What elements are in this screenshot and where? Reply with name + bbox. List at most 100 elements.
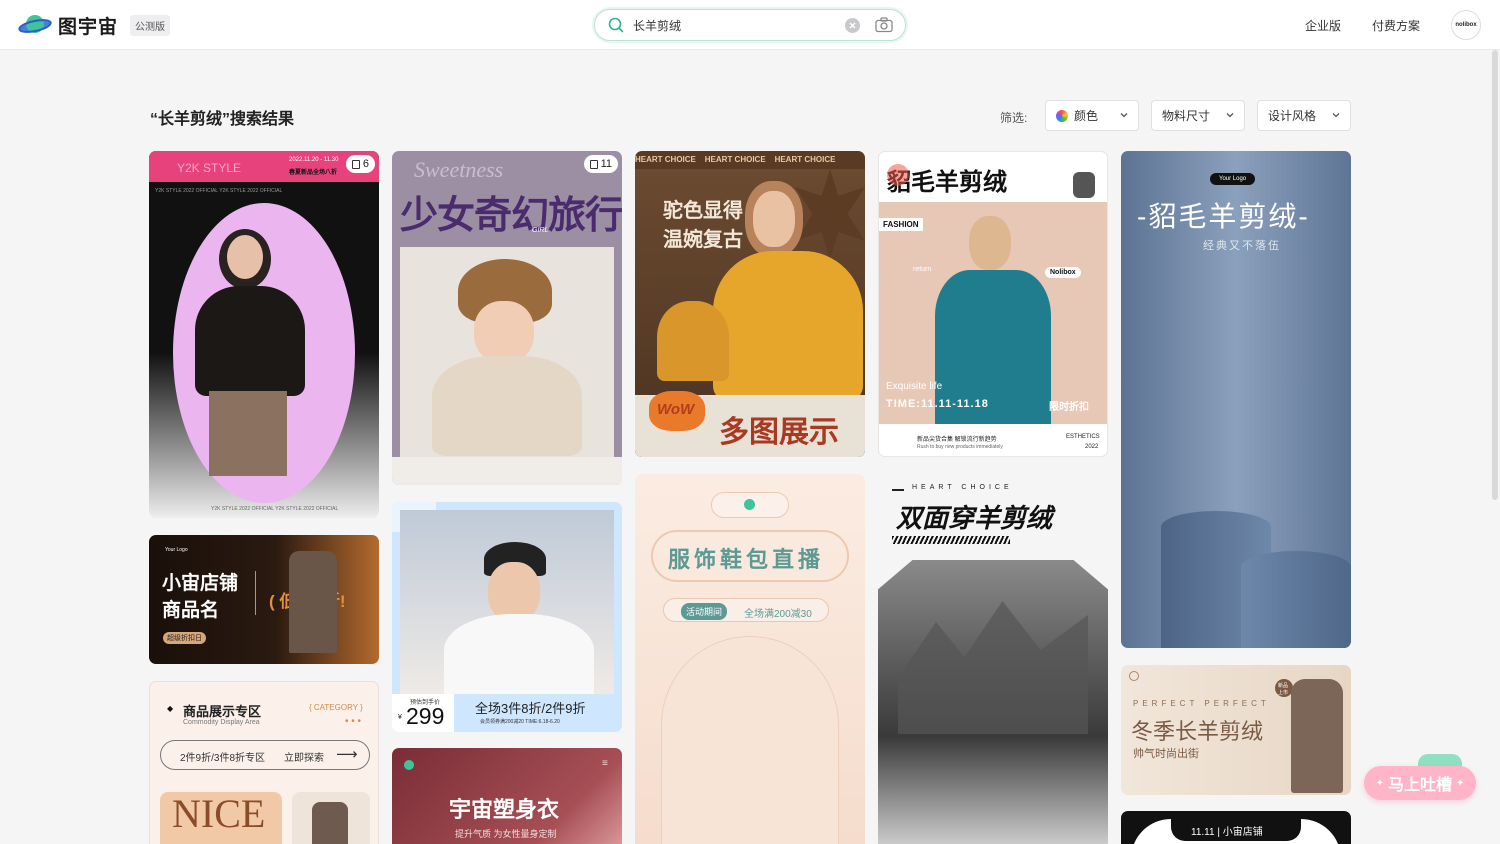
card-top-text: HEART CHOICE HEART CHOICE HEART CHOICE [635,155,836,164]
card-subtitle: 经典又不落伍 [1203,240,1281,252]
pages-icon [351,159,360,169]
foot-text-2: Rush to buy new products immediately [917,444,1003,450]
page-count: 6 [362,158,369,170]
return-text: return [913,266,932,273]
logo-circle [1129,671,1139,681]
foot-text: 新品尖货合集 解锁流行新趋势 [917,437,997,443]
pedestal-short [1241,551,1351,648]
arrow-right-icon: ⟶ [336,746,358,763]
card-script: Sweetness [414,157,504,182]
template-card-retro[interactable]: HEART CHOICE HEART CHOICE HEART CHOICE 驼… [635,151,865,457]
card-brand: Y2K STYLE [177,161,242,175]
card-logo: Your Logo [165,547,188,553]
chevron-down-icon [1226,113,1234,118]
clear-search-icon[interactable] [845,18,860,33]
promo-text: 全场3件8折/2件9折 [475,701,586,716]
paper-strip [392,457,622,485]
activity-text: 全场满200减30 [744,609,812,620]
template-card-1111[interactable]: 11.11 | 小宙店铺 [1121,811,1351,844]
top-header: 图宇宙 公测版 企业版 付费方案 nolibox [0,0,1500,50]
chevron-down-icon [1120,113,1128,118]
template-card-shop[interactable]: Your Logo 小宙店铺 商品名 ( 低至5折! 超级折扣日 [149,535,379,664]
card-title: 服饰鞋包直播 [668,547,825,572]
currency: ¥ [398,714,402,721]
brand-pill: Nolibox [1045,267,1081,278]
spaced-text: PERFECT PERFECT [1133,699,1270,708]
promo-sub: 会员领券满200减20 TIME:6.18-6.20 [480,719,560,725]
card-title: 冬季长羊剪绒 [1131,719,1264,744]
nice-text: NICE [172,791,266,836]
camera-icon[interactable] [875,17,893,33]
foot-right: ESTHETICS [1066,434,1100,440]
card-title: 双面穿羊剪绒 [896,503,1053,533]
template-card-shapewear[interactable]: ≡ 宇宙塑身衣 提升气质 为女性量身定制 [392,748,622,844]
card-foot: Y2K STYLE 2022 OFFICIAL Y2K STYLE 2022 O… [211,506,339,512]
divider [255,571,256,615]
red-dot [887,164,909,186]
card-top-text: HEART CHOICE [912,484,1013,491]
search-icon[interactable] [608,17,624,33]
feedback-button[interactable]: ✦ 马上吐槽 ✦ [1364,766,1476,800]
coat-image [312,802,348,844]
beta-badge: 公测版 [130,14,171,36]
price: 299 [406,703,445,729]
template-card-price[interactable]: 预估到手价 ¥ 299 全场3件8折/2件9折 会员领券满200减20 TIME… [392,502,622,732]
search-box[interactable] [594,9,906,41]
sparkle-icon: ✦ [1375,777,1384,789]
card-subtitle: 提升气质 为女性量身定制 [455,829,557,839]
template-card-curtain[interactable]: Your Logo -貂毛羊剪绒- 经典又不落伍 [1121,151,1351,648]
fur-coat [444,614,594,694]
coat-image [289,551,337,653]
template-card-y2k[interactable]: Y2K STYLE 2022.11.20 - 11.30 春夏新品全场八折 Y2… [149,151,379,518]
small-photo [657,301,729,381]
template-card-double[interactable]: HEART CHOICE 双面穿羊剪绒 [878,474,1108,844]
filter-label: 筛选: [1000,111,1028,125]
card-title: 小宙店铺 [162,573,239,594]
card-subtitle: 帅气时尚出街 [1133,748,1199,760]
scrollbar[interactable] [1492,50,1498,500]
filter-style[interactable]: 设计风格 [1257,100,1351,131]
card-title: 宇宙塑身衣 [449,797,560,822]
model-head [969,216,1011,270]
limit-text: 限时折扣 [1049,402,1089,413]
fleece-jacket [432,356,582,456]
card-date: 2022.11.20 - 11.30 [289,157,339,163]
stripe-decoration [892,536,1010,544]
template-card-display[interactable]: ◆ 商品展示专区 Commodity Display Area { CATEGO… [149,681,379,844]
model-face [753,191,795,247]
template-card-fashion[interactable]: 貂毛羊剪绒 FASHION return Nolibox Exquisite l… [878,151,1108,457]
explore-button: 立即探索 [284,753,324,764]
dash-line [892,489,904,491]
card-tag: GIRL [532,227,549,234]
diamond-icon: ◆ [167,704,174,713]
logo[interactable]: 图宇宙 公测版 [18,11,171,39]
template-card-girl[interactable]: Sweetness 少女奇幻旅行 GIRL 11 [392,151,622,485]
color-wheel-icon [1056,109,1068,122]
nav-enterprise[interactable]: 企业版 [1305,17,1341,34]
model-face [227,235,263,279]
time-text: TIME:11.11-11.18 [886,398,989,410]
avatar[interactable]: nolibox [1451,10,1481,40]
filter-size-label: 物料尺寸 [1162,109,1211,123]
filter-color-label: 颜色 [1074,109,1099,123]
fashion-tag: FASHION [879,218,923,231]
planet-logo-icon [404,760,414,770]
filter-color[interactable]: 颜色 [1045,100,1139,131]
clip-icon [1073,172,1095,198]
logo-text: 图宇宙 [58,16,119,38]
template-card-winter[interactable]: PERFECT PERFECT 冬季长羊剪绒 帅气时尚出街 新品上市 [1121,665,1351,795]
card-title: 商品展示专区 [183,704,262,719]
filter-style-label: 设计风格 [1268,109,1317,123]
card-title: 少女奇幻旅行 [400,195,622,237]
card-title: 11.11 | 小宙店铺 [1191,827,1263,838]
model-face [474,301,534,363]
search-input[interactable] [633,10,833,40]
planet-logo-icon [18,11,52,39]
sparkle-icon: ✦ [1456,777,1465,789]
filter-size[interactable]: 物料尺寸 [1151,100,1245,131]
feedback-label: 马上吐槽 [1387,777,1452,794]
card-meta: 春夏新品全场八折 [289,170,338,176]
template-card-live[interactable]: 服饰鞋包直播 活动期间 全场满200减30 [635,474,865,844]
card-category: { CATEGORY } [309,703,363,712]
nav-pricing[interactable]: 付费方案 [1372,17,1420,34]
